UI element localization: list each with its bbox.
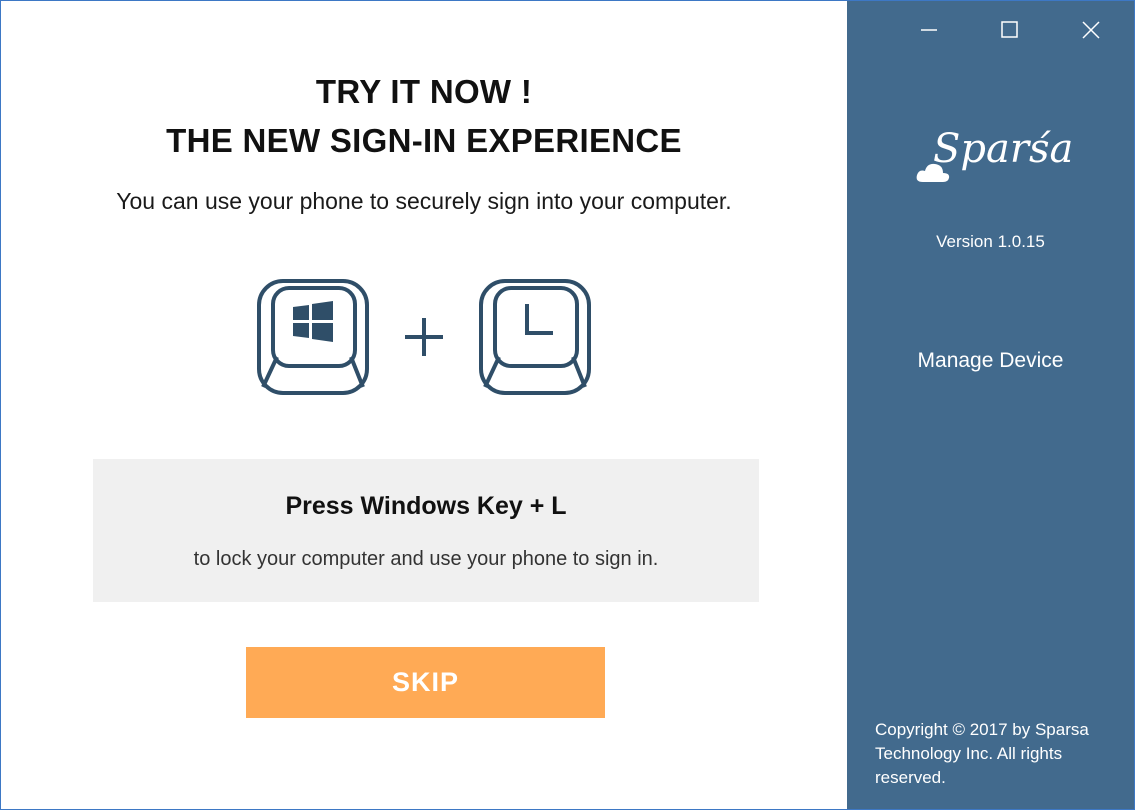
version-label: Version 1.0.15 [936,232,1045,251]
minimize-icon[interactable] [909,11,949,47]
instruction-box: Press Windows Key + L to lock your compu… [93,459,759,602]
main-panel: TRY IT NOW ! THE NEW SIGN-IN EXPERIENCE … [1,1,847,809]
copyright-text: Copyright © 2017 by Sparsa Technology In… [875,720,1089,787]
subtitle: You can use your phone to securely sign … [116,188,732,214]
app-window: TRY IT NOW ! THE NEW SIGN-IN EXPERIENCE … [0,0,1135,810]
plus-icon [405,318,443,356]
headline-try-it-now: TRY IT NOW ! [315,73,533,110]
headline-sign-in-experience: THE NEW SIGN-IN EXPERIENCE [166,122,682,159]
windows-logo-icon [293,301,333,342]
manage-device-link[interactable]: Manage Device [847,349,1134,373]
key-combo-illustration [257,279,591,395]
instruction-text: to lock your computer and use your phone… [193,548,659,570]
l-letter-icon [525,304,553,335]
instruction-title: Press Windows Key + L [285,492,567,520]
l-key-icon [479,279,591,395]
close-icon[interactable] [1071,11,1111,47]
sparsa-logo: Sparśa [915,126,1073,188]
sidebar: Sparśa Version 1.0.15 Manage Device Copy… [847,1,1134,809]
skip-button[interactable]: SKIP [246,647,605,718]
logo-text: Sparśa [933,126,1074,172]
maximize-icon[interactable] [989,11,1029,47]
